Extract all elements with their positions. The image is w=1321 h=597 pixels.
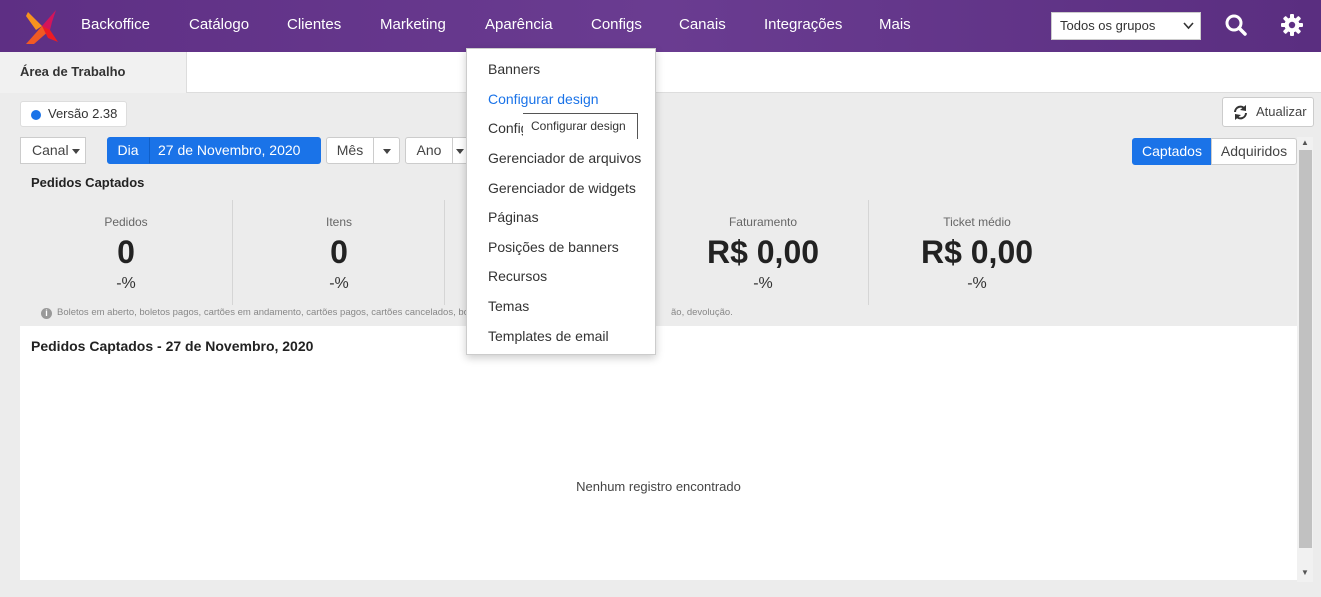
tabs-bar: Área de Trabalho <box>0 52 1321 93</box>
stat-itens: Itens 0 -% <box>233 200 445 305</box>
stat-value: R$ 0,00 <box>706 234 820 270</box>
tab-area-de-trabalho[interactable]: Área de Trabalho <box>0 52 187 93</box>
nav-marketing[interactable]: Marketing <box>380 0 446 52</box>
menu-item-recursos[interactable]: Recursos <box>488 268 547 284</box>
chart-panel <box>20 326 1297 580</box>
caret-down-icon <box>456 148 464 154</box>
stat-label: Pedidos <box>104 215 148 229</box>
note-text-left: Boletos em aberto, boletos pagos, cartõe… <box>57 307 469 318</box>
menu-item-posicoes-banners[interactable]: Posições de banners <box>488 239 619 255</box>
caret-down-icon <box>382 148 391 154</box>
nav-catalogo[interactable]: Catálogo <box>189 0 249 52</box>
logo-icon[interactable] <box>22 6 62 46</box>
ano-button[interactable]: Ano <box>405 137 453 164</box>
stat-value: 0 <box>330 234 348 270</box>
menu-item-gerenciador-arquivos[interactable]: Gerenciador de arquivos <box>488 150 641 166</box>
refresh-button[interactable]: Atualizar <box>1222 97 1314 127</box>
dia-button[interactable]: Dia <box>107 137 149 164</box>
group-select[interactable]: Todos os grupos <box>1051 12 1201 40</box>
stat-label: Ticket médio <box>943 215 1011 229</box>
nav-configs[interactable]: Configs <box>591 0 642 52</box>
nav-mais[interactable]: Mais <box>879 0 911 52</box>
nav-aparencia[interactable]: Aparência <box>485 0 553 52</box>
menu-item-templates-email[interactable]: Templates de email <box>488 328 609 344</box>
adquiridos-toggle[interactable]: Adquiridos <box>1211 138 1297 165</box>
stat-label: Itens <box>325 215 352 229</box>
search-icon[interactable] <box>1224 13 1248 37</box>
refresh-label: Atualizar <box>1256 104 1307 119</box>
menu-item-temas[interactable]: Temas <box>488 298 529 314</box>
status-dot <box>31 110 41 120</box>
canal-label: Canal <box>32 142 69 158</box>
caret-down-icon <box>72 148 81 154</box>
tooltip: Configurar design <box>523 113 638 139</box>
stat-pct: -% <box>753 275 773 292</box>
menu-item-gerenciador-widgets[interactable]: Gerenciador de widgets <box>488 180 636 196</box>
stat-label: Faturamento <box>728 215 798 229</box>
top-navbar: Backoffice Catálogo Clientes Marketing A… <box>0 0 1321 52</box>
mes-dropdown[interactable] <box>373 137 400 164</box>
captados-toggle[interactable]: Captados <box>1132 138 1212 165</box>
menu-item-banners[interactable]: Banners <box>488 61 540 77</box>
date-picker[interactable]: 27 de Novembro, 2020 <box>149 137 321 179</box>
version-label: Versão 2.38 <box>48 106 118 121</box>
stat-pct: -% <box>329 275 349 292</box>
stat-ticket-medio: Ticket médio R$ 0,00 -% <box>871 200 1083 305</box>
summary-title: Pedidos Captados <box>31 175 145 190</box>
chart-title: Pedidos Captados - 27 de Novembro, 2020 <box>31 338 314 354</box>
chevron-down-icon <box>1183 13 1194 49</box>
scroll-down-icon[interactable]: ▼ <box>1300 568 1310 577</box>
status-note: i Boletos em aberto, boletos pagos, cartõ… <box>41 307 469 319</box>
stat-faturamento: Faturamento R$ 0,00 -% <box>657 200 869 305</box>
mes-button[interactable]: Mês <box>326 137 374 164</box>
stat-pct: -% <box>967 275 987 292</box>
empty-message: Nenhum registro encontrado <box>576 479 741 494</box>
scrollbar-thumb[interactable] <box>1299 150 1312 548</box>
stat-pedidos: Pedidos 0 -% <box>20 200 232 305</box>
date-value: 27 de Novembro, 2020 <box>158 142 301 158</box>
stat-value: 0 <box>117 234 135 270</box>
stat-pct: -% <box>116 275 136 292</box>
gear-icon[interactable] <box>1280 13 1304 37</box>
scroll-up-icon[interactable]: ▲ <box>1300 138 1310 147</box>
canal-dropdown[interactable]: Canal <box>20 137 86 164</box>
info-icon: i <box>41 308 52 319</box>
version-badge: Versão 2.38 <box>20 101 127 127</box>
refresh-icon <box>1234 105 1247 120</box>
menu-item-paginas[interactable]: Páginas <box>488 209 539 225</box>
note-text-right: ão, devolução. <box>671 307 733 318</box>
menu-item-configurar-design[interactable]: Configurar design <box>488 91 599 107</box>
stat-value: R$ 0,00 <box>920 234 1034 270</box>
group-select-value: Todos os grupos <box>1060 18 1156 33</box>
nav-canais[interactable]: Canais <box>679 0 726 52</box>
nav-clientes[interactable]: Clientes <box>287 0 341 52</box>
nav-backoffice[interactable]: Backoffice <box>81 0 150 52</box>
divider <box>444 200 445 305</box>
divider <box>868 200 869 305</box>
nav-integracoes[interactable]: Integrações <box>764 0 842 52</box>
